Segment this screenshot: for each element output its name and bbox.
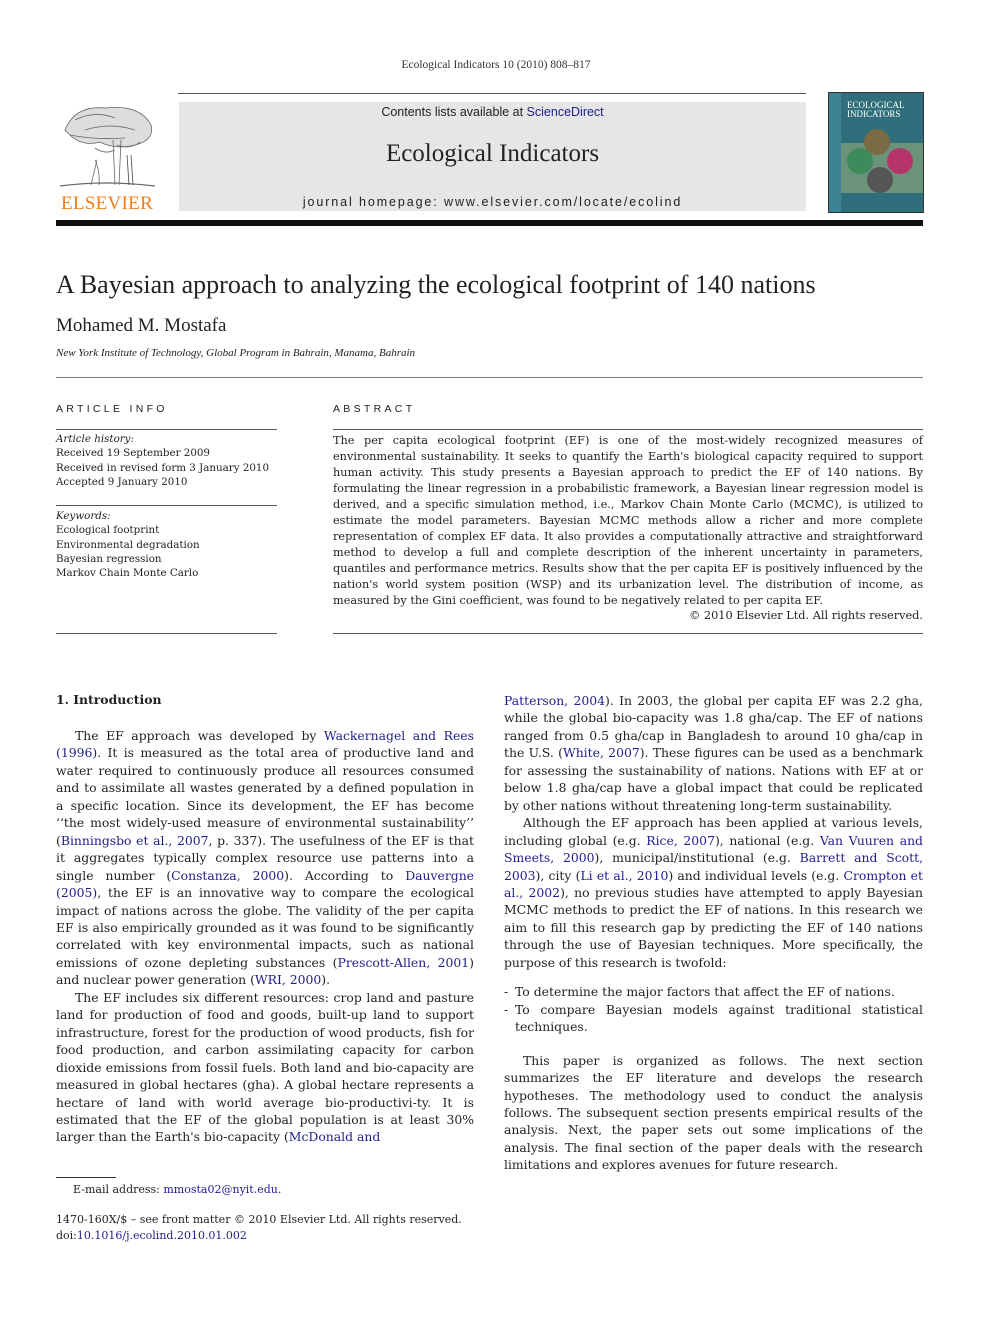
objective-item: - To determine the major factors that aff… [504, 984, 895, 1000]
citation-link[interactable]: Li et al., 2010 [580, 868, 668, 883]
intro-paragraph-2-cont: Patterson, 2004). In 2003, the global pe… [504, 693, 923, 813]
email-suffix: . [277, 1183, 282, 1196]
keyword: Ecological footprint [56, 524, 160, 537]
history-received: Received 19 September 2009 [56, 447, 210, 460]
citation-link[interactable]: Binningsbo et al., 2007 [61, 833, 209, 848]
keyword: Markov Chain Monte Carlo [56, 567, 199, 580]
section-heading-introduction: 1. Introduction [56, 692, 162, 707]
article-info-label: ARTICLE INFO [56, 403, 168, 415]
contents-prefix: Contents lists available at [381, 105, 527, 119]
cover-title-line2: INDICATORS [847, 109, 901, 119]
citation-link[interactable]: WRI, 2000 [255, 972, 321, 987]
objective-text: To compare Bayesian models against tradi… [515, 1001, 923, 1035]
abstract-rule [333, 429, 923, 430]
journal-title: Ecological Indicators [385, 140, 600, 167]
journal-banner: Contents lists available at ScienceDirec… [179, 102, 806, 211]
article-info-rule [56, 429, 277, 430]
citation-link[interactable]: Constanza, 2000 [171, 868, 284, 883]
front-matter: 1470-160X/$ – see front matter © 2010 El… [56, 1212, 462, 1244]
history-revised: Received in revised form 3 January 2010 [56, 461, 270, 474]
body-right-column: Patterson, 2004). In 2003, the global pe… [504, 692, 923, 1174]
cover-strip [829, 93, 841, 212]
article-history-label: Article history: [56, 433, 134, 445]
footnote-rule [56, 1177, 116, 1178]
body-left-column: The EF approach was developed by Wackern… [56, 727, 474, 1146]
citation-link[interactable]: Prescott-Allen, 2001 [338, 955, 470, 970]
keywords-rule [56, 505, 277, 506]
doi-link[interactable]: 10.1016/j.ecolind.2010.01.002 [77, 1229, 247, 1242]
intro-paragraph-2: The EF includes six different resources:… [56, 989, 474, 1145]
abstract-copyright: © 2010 Elsevier Ltd. All rights reserved… [689, 609, 923, 622]
history-accepted: Accepted 9 January 2010 [56, 475, 188, 488]
contents-line: Contents lists available at ScienceDirec… [179, 105, 806, 119]
article-history: Article history: Received 19 September 2… [56, 432, 277, 489]
cover-photo-circle [887, 148, 913, 174]
citation-link[interactable]: Wackernagel and Rees (1996) [56, 728, 474, 760]
title-rule [56, 377, 923, 378]
doi-label: doi: [56, 1229, 77, 1242]
header-rule [178, 93, 806, 94]
front-matter-text: 1470-160X/$ – see front matter © 2010 El… [56, 1213, 462, 1226]
keywords-label: Keywords: [56, 510, 111, 522]
running-head: Ecological Indicators 10 (2010) 808–817 [401, 59, 591, 71]
cover-title: ECOLOGICAL INDICATORS [847, 101, 905, 119]
author-email-footnote: E-mail address: mmosta02@nyit.edu. [73, 1183, 281, 1196]
objective-item: - To compare Bayesian models against trad… [504, 1001, 923, 1035]
author-affiliation: New York Institute of Technology, Global… [56, 347, 416, 359]
citation-link[interactable]: Patterson, 2004 [504, 693, 605, 708]
citation-link[interactable]: McDonald and [289, 1129, 381, 1144]
keyword: Environmental degradation [56, 538, 200, 551]
cover-photo-circle [867, 167, 893, 193]
article-info-bottom-rule [56, 633, 277, 634]
objective-text: To determine the major factors that affe… [515, 984, 895, 1000]
author-name[interactable]: Mohamed M. Mostafa [56, 315, 226, 337]
doi-line: doi:10.1016/j.ecolind.2010.01.002 [56, 1228, 462, 1244]
objectives-list: - To determine the major factors that aff… [504, 983, 923, 1035]
journal-homepage[interactable]: journal homepage: www.elsevier.com/locat… [179, 195, 806, 209]
abstract-bottom-rule [333, 633, 923, 634]
journal-cover-image[interactable]: ECOLOGICAL INDICATORS [828, 92, 924, 213]
citation-link[interactable]: Crompton et al., 2002 [504, 868, 923, 900]
tree-icon [59, 106, 156, 187]
abstract-text: The per capita ecological footprint (EF)… [333, 434, 923, 607]
citation-link[interactable]: Rice, 2007 [646, 833, 715, 848]
email-link[interactable]: mmosta02@nyit.edu [163, 1183, 277, 1196]
citation-link[interactable]: White, 2007 [563, 745, 640, 760]
sciencedirect-link[interactable]: ScienceDirect [527, 105, 604, 119]
elsevier-logo[interactable]: ELSEVIER [55, 100, 159, 215]
cover-photo-circle [847, 148, 873, 174]
intro-paragraph-4: This paper is organized as follows. The … [504, 1052, 923, 1173]
keywords: Keywords: Ecological footprint Environme… [56, 509, 277, 580]
intro-paragraph-1: The EF approach was developed by Wackern… [56, 728, 475, 988]
article-title: A Bayesian approach to analyzing the eco… [56, 270, 816, 299]
intro-paragraph-3: Although the EF approach has been applie… [504, 815, 924, 970]
header-thick-rule [56, 220, 923, 226]
keyword: Bayesian regression [56, 552, 162, 565]
email-label: E-mail address: [73, 1183, 164, 1196]
elsevier-wordmark: ELSEVIER [60, 193, 154, 214]
abstract-label: ABSTRACT [333, 403, 416, 415]
